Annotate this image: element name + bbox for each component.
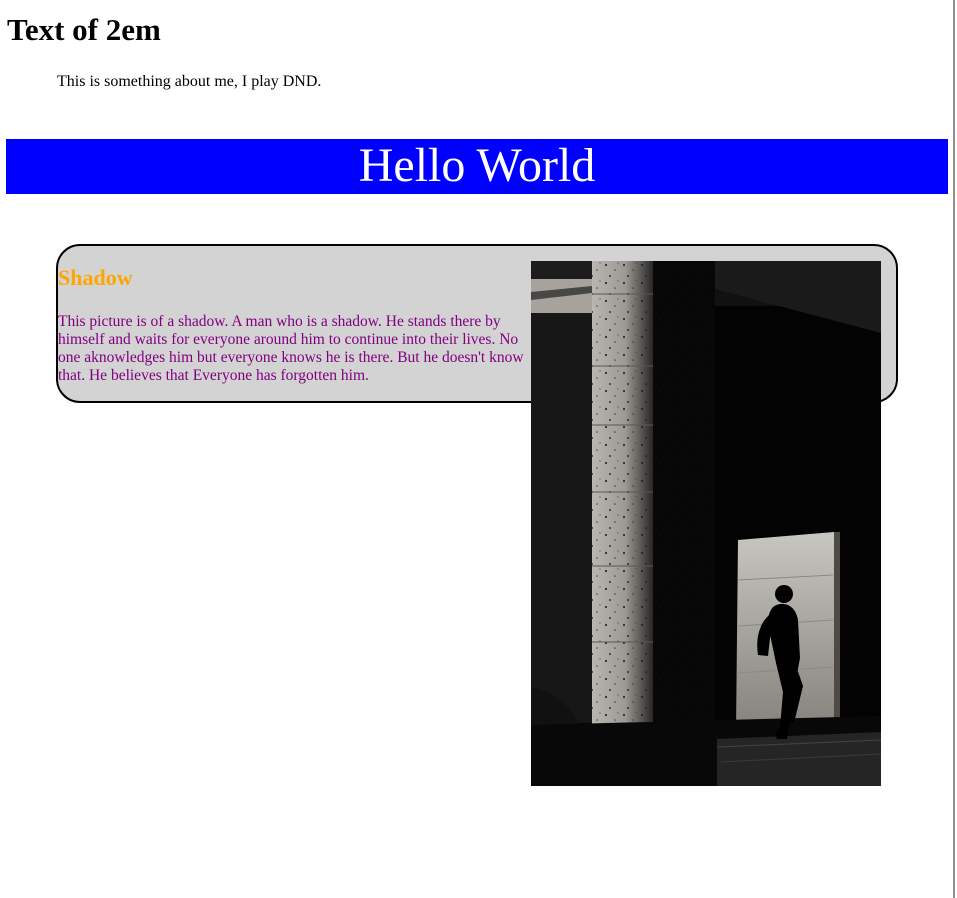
shadow-photo <box>531 261 881 786</box>
shadow-card-description: This picture is of a shadow. A man who i… <box>58 313 524 384</box>
hello-world-banner: Hello World <box>6 139 948 194</box>
intro-paragraph: This is something about me, I play DND. <box>57 73 322 90</box>
browser-page: Text of 2em This is something about me, … <box>0 0 955 898</box>
page-heading: Text of 2em <box>7 12 161 47</box>
shadow-card-heading: Shadow <box>58 265 133 290</box>
banner-title: Hello World <box>358 138 596 192</box>
